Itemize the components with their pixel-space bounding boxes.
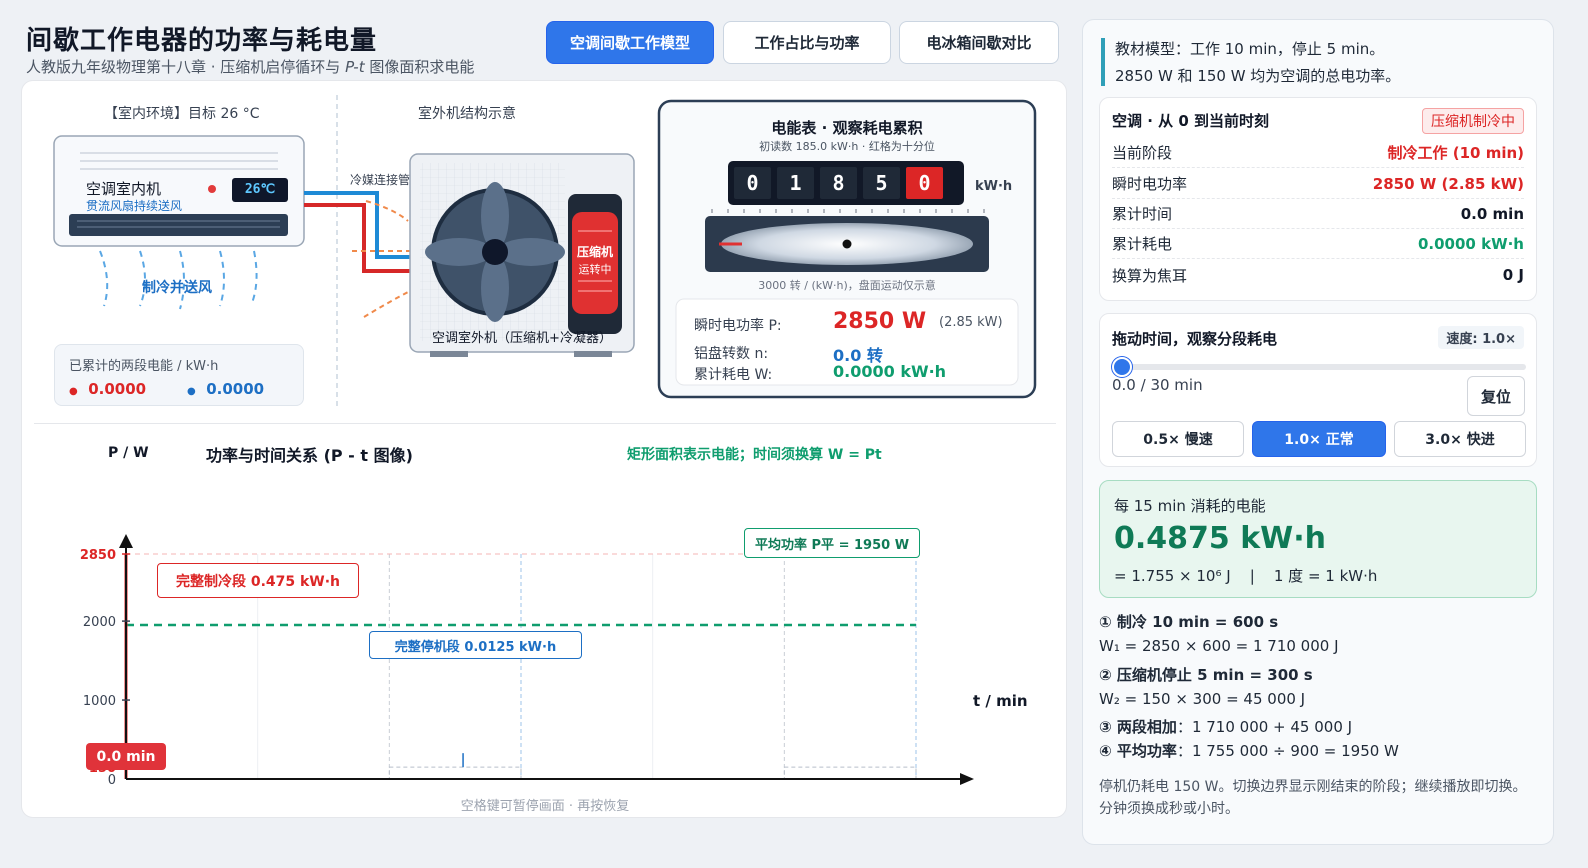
meter-title: 电能表 · 观察耗电累积 [771, 119, 923, 137]
meter-power-label: 瞬时电功率 P: [694, 318, 782, 334]
chart-title: 功率与时间关系 (P - t 图像) [206, 446, 413, 465]
side-panel: 教材模型：工作 10 min，停止 5 min。 2850 W 和 150 W … [1082, 19, 1554, 845]
calc-step-2-body: W₂ = 150 × 300 = 45 000 J [1099, 690, 1306, 708]
result-title: 每 15 min 消耗的电能 [1114, 497, 1266, 515]
idle-segment-outline [388, 766, 522, 780]
meter-digit: 1 [777, 167, 814, 199]
time-slider-card: 拖动时间，观察分段耗电 速度: 1.0× 0.0 / 30 min 复位 0.5… [1099, 313, 1537, 467]
speed-fast-button[interactable]: 3.0× 快进 [1394, 421, 1526, 457]
refrigerant-pipes [304, 191, 411, 318]
accumulated-title: 已累计的两段电能 / kW·h [69, 359, 219, 374]
footnote-2: 分钟须换成秒或小时。 [1099, 801, 1239, 817]
idle-segment-outline [783, 766, 917, 780]
airflow-label: 制冷并送风 [142, 280, 212, 296]
calc-step-4: ④ 平均功率：1 755 000 ÷ 900 = 1950 W [1099, 742, 1399, 760]
compressor-label: 压缩机 [576, 245, 613, 259]
reset-button[interactable]: 复位 [1467, 376, 1525, 416]
status-row: 当前阶段 制冷工作 (10 min) [1112, 138, 1524, 168]
time-slider-track[interactable] [1112, 364, 1526, 370]
meter-turns-label: 铝盘转数 n: [694, 346, 769, 362]
current-time-badge[interactable]: 0.0 min [86, 743, 166, 770]
meter-digits: 0 1 8 5 0 [734, 167, 943, 199]
meter-energy-value: 0.0000 kW·h [833, 362, 947, 381]
keyboard-hint: 空格键可暂停画面 · 再按恢复 [460, 799, 630, 814]
speed-slow-button[interactable]: 0.5× 慢速 [1112, 421, 1244, 457]
calc-step-2-head: ② 压缩机停止 5 min = 300 s [1099, 666, 1313, 684]
status-title: 空调 · 从 0 到当前时刻 [1112, 112, 1270, 130]
pipe-label: 冷媒连接管 [350, 173, 411, 187]
page-subtitle: 人教版九年级物理第十八章 · 压缩机启停循环与 P-t 图像面积求电能 [26, 58, 475, 76]
meter-digit: 0 [734, 167, 771, 199]
status-row: 累计时间 0.0 min [1112, 199, 1524, 229]
status-card: 空调 · 从 0 到当前时刻 压缩机制冷中 当前阶段 制冷工作 (10 min) … [1099, 97, 1537, 301]
indoor-fan-label: 贯流风扇持续送风 [86, 199, 183, 213]
speed-badge: 速度: 1.0× [1438, 326, 1524, 349]
calc-step-1-body: W₁ = 2850 × 600 = 1 710 000 J [1099, 637, 1339, 655]
meter-power-value: 2850 W [833, 309, 927, 334]
calc-step-3: ③ 两段相加：1 710 000 + 45 000 J [1099, 718, 1353, 736]
result-card: 每 15 min 消耗的电能 0.4875 kW·h = 1.755 × 10⁶… [1099, 480, 1537, 598]
intro-accent-bar [1101, 38, 1105, 86]
status-row: 瞬时电功率 2850 W (2.85 kW) [1112, 169, 1524, 199]
outdoor-unit-label: 空调室外机（压缩机+冷凝器） [432, 331, 612, 346]
page-title: 间歇工作电器的功率与耗电量 [26, 26, 378, 56]
slider-value: 0.0 / 30 min [1112, 376, 1203, 394]
indoor-title: 【室内环境】目标 26 °C [104, 106, 260, 122]
intro-line-1: 教材模型：工作 10 min，停止 5 min。 [1115, 40, 1385, 58]
footnote-1: 停机仍耗电 150 W。切换边界显示刚结束的阶段；继续播放即切换。 [1099, 779, 1527, 795]
x-axis-label: t / min [973, 692, 1028, 710]
temperature-display: 26℃ [244, 182, 276, 197]
indoor-unit-label: 空调室内机 [86, 180, 162, 198]
y-axis-label: P / W [108, 445, 149, 461]
y-tick-label: 2000 [83, 615, 116, 630]
time-slider-thumb[interactable] [1112, 357, 1132, 377]
tab-fridge-compare[interactable]: 电冰箱间歇对比 [899, 21, 1059, 64]
calc-step-1-head: ① 制冷 10 min = 600 s [1099, 613, 1279, 631]
accumulated-idle: ● 0.0000 [187, 380, 265, 398]
meter-power-kw: (2.85 kW) [939, 315, 1003, 330]
speed-normal-button[interactable]: 1.0× 正常 [1252, 421, 1386, 457]
meter-subtitle: 初读数 185.0 kW·h · 红格为十分位 [759, 140, 935, 153]
status-row: 换算为焦耳 0 J [1112, 266, 1524, 285]
result-value: 0.4875 kW·h [1114, 521, 1327, 556]
status-badge: 压缩机制冷中 [1422, 108, 1524, 134]
meter-disc-note: 3000 转 / (kW·h)，盘面运动仅示意 [758, 279, 936, 292]
meter-unit: kW·h [975, 179, 1013, 194]
tab-ac-model[interactable]: 空调间歇工作模型 [546, 21, 714, 64]
meter-digit: 5 [863, 167, 900, 199]
meter-digit: 8 [820, 167, 857, 199]
accumulated-cooling: ● 0.0000 [69, 380, 147, 398]
compressor-status: 运转中 [578, 263, 612, 276]
cooling-segment-annotation: 完整制冷段 0.475 kW·h [157, 563, 359, 598]
accumulated-energy-box: 已累计的两段电能 / kW·h ● 0.0000 ● 0.0000 [54, 344, 304, 406]
tab-duty-ratio[interactable]: 工作占比与功率 [723, 21, 891, 64]
meter-energy-label: 累计耗电 W: [694, 367, 773, 383]
y-tick-label: 2850 [80, 548, 116, 563]
avg-power-annotation: 平均功率 P平 = 1950 W [744, 528, 921, 558]
status-row: 累计耗电 0.0000 kW·h [1112, 229, 1524, 259]
chart-note: 矩形面积表示电能；时间须换算 W = Pt [627, 447, 882, 463]
section-divider [34, 423, 1056, 424]
intro-line-2: 2850 W 和 150 W 均为空调的总电功率。 [1115, 67, 1401, 85]
outdoor-title: 室外机结构示意 [418, 106, 516, 122]
x-axis-arrow [960, 773, 974, 785]
result-subtext: = 1.755 × 10⁶ J | 1 度 = 1 kW·h [1114, 567, 1378, 585]
idle-segment-annotation: 完整停机段 0.0125 kW·h [369, 631, 582, 659]
power-time-chart: 285020001000150051015 (1周期)202530 (2周期) [80, 534, 974, 786]
y-tick-label: 0 [108, 773, 116, 786]
slider-title: 拖动时间，观察分段耗电 [1112, 330, 1278, 348]
meter-digit-tenths: 0 [906, 167, 943, 199]
main-panel: 【室内环境】目标 26 °C 室外机结构示意 空调室内机 贯流风扇持续送风 26… [21, 80, 1067, 818]
y-axis-arrow [119, 534, 133, 548]
y-tick-label: 1000 [83, 694, 116, 709]
